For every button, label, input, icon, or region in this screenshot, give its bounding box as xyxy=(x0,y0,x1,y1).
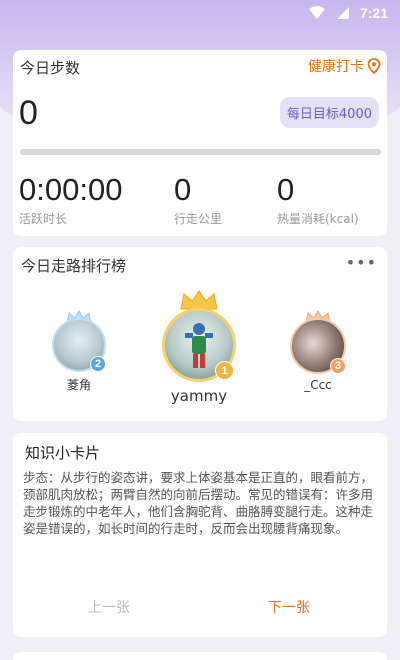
walking-leaderboard-card: 今日走路排行榜 ••• 2 菱角 1 yammy 3 _Ccc xyxy=(13,247,387,421)
status-bar: 7:21 xyxy=(0,0,400,26)
stat-label: 活跃时长 xyxy=(19,212,68,226)
stat-distance-km: 0 行走公里 xyxy=(174,172,222,227)
knowledge-card: 知识小卡片 步态：从步行的姿态讲，要求上体姿基本是正直的，眼看前方，颈部肌肉放松… xyxy=(13,433,387,637)
stat-label: 行走公里 xyxy=(174,212,223,226)
steps-count: 0 xyxy=(19,94,38,132)
cellular-signal-icon xyxy=(336,7,349,19)
knowledge-card-body: 步态：从步行的姿态讲，要求上体姿基本是正直的，眼看前方，颈部肌肉放松；两臂自然的… xyxy=(23,470,374,536)
location-pin-icon xyxy=(367,58,381,74)
stat-value: 0 xyxy=(174,172,192,207)
rank-badge: 1 xyxy=(215,361,234,380)
knowledge-card-title: 知识小卡片 xyxy=(25,444,101,462)
status-time: 7:21 xyxy=(359,5,388,21)
rank-badge: 2 xyxy=(90,356,106,372)
wifi-icon xyxy=(308,6,325,19)
health-checkin-button[interactable]: 健康打卡 xyxy=(308,56,381,76)
health-checkin-label: 健康打卡 xyxy=(308,59,364,75)
leaderboard-rank-3[interactable]: 3 _Ccc xyxy=(289,309,347,392)
next-card-button[interactable]: 下一张 xyxy=(268,597,310,617)
rank-name: _Ccc xyxy=(304,378,332,392)
crown-icon xyxy=(180,290,218,310)
leaderboard-title: 今日走路排行榜 xyxy=(21,257,127,275)
daily-goal-badge[interactable]: 每日目标4000 xyxy=(279,97,379,128)
rank-name: yammy xyxy=(170,387,228,405)
avatar: 1 xyxy=(162,308,236,382)
rank-name: 菱角 xyxy=(66,378,91,392)
today-steps-card: 今日步数 健康打卡 0 每日目标4000 0:00:00 活跃时长 0 行走公里… xyxy=(13,50,387,236)
avatar: 2 xyxy=(52,318,106,372)
stat-value: 0 xyxy=(277,172,295,207)
rank-badge: 3 xyxy=(330,358,346,374)
leaderboard-rank-1[interactable]: 1 yammy xyxy=(160,290,238,405)
stat-label: 热量消耗(kcal) xyxy=(277,212,359,226)
leaderboard-rank-2[interactable]: 2 菱角 xyxy=(51,309,107,393)
stat-calories: 0 热量消耗(kcal) xyxy=(277,172,359,227)
avatar: 3 xyxy=(290,318,346,374)
more-dots-icon[interactable]: ••• xyxy=(346,253,377,272)
steps-progress-bar xyxy=(20,149,381,155)
previous-card-button[interactable]: 上一张 xyxy=(88,597,130,617)
today-steps-title: 今日步数 xyxy=(20,59,81,77)
stat-active-duration: 0:00:00 活跃时长 xyxy=(19,172,122,227)
stat-value: 0:00:00 xyxy=(19,172,123,207)
next-section-card xyxy=(13,652,387,660)
